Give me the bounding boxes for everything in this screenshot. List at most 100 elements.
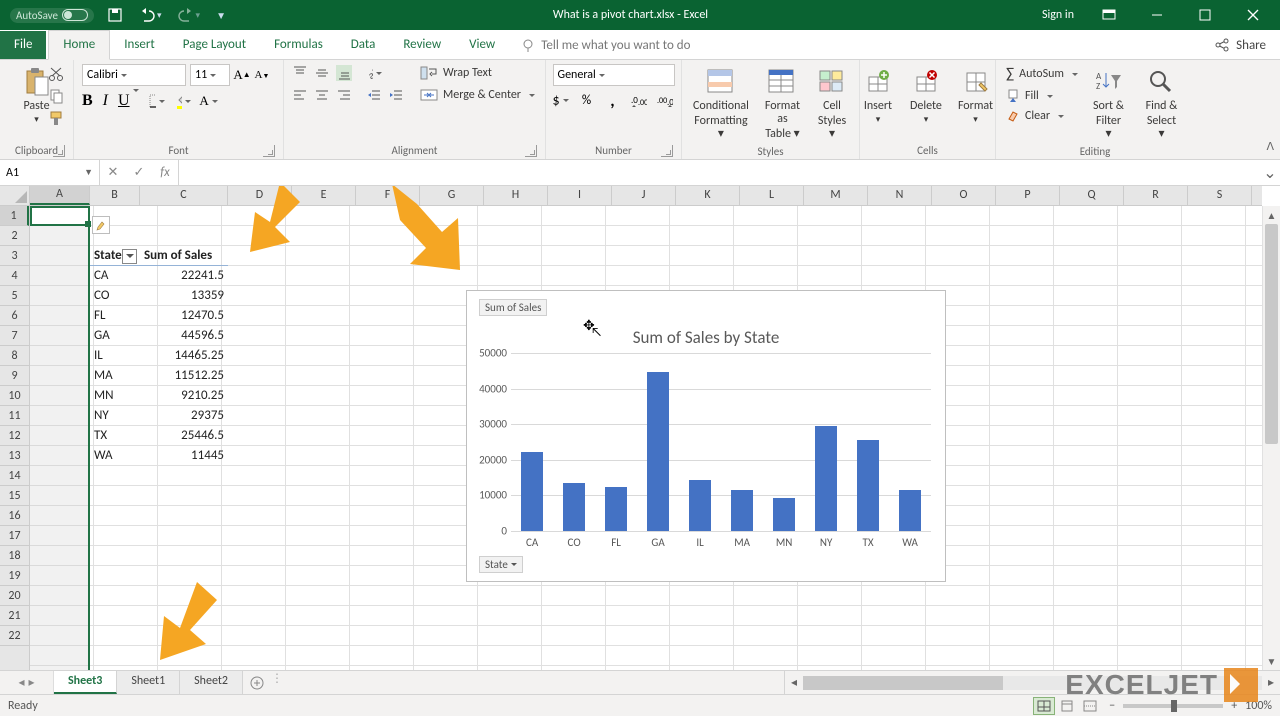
pivot-value-MN[interactable]: 9210.25	[140, 386, 228, 406]
pivot-state-IL[interactable]: IL	[90, 346, 140, 366]
column-header-D[interactable]: D	[228, 186, 292, 205]
row-header-6[interactable]: 6	[0, 306, 29, 326]
vertical-scrollbar[interactable]: ▲ ▼	[1262, 206, 1280, 670]
column-header-F[interactable]: F	[356, 186, 420, 205]
column-header-N[interactable]: N	[868, 186, 932, 205]
column-header-P[interactable]: P	[996, 186, 1060, 205]
chart-bar-MA[interactable]	[731, 490, 753, 531]
align-right-icon[interactable]	[336, 87, 352, 103]
tab-insert[interactable]: Insert	[110, 31, 169, 59]
number-format-select[interactable]: General	[553, 64, 675, 86]
ribbon-display-options-icon[interactable]	[1086, 0, 1132, 30]
font-dialog-icon[interactable]	[263, 145, 275, 157]
column-header-J[interactable]: J	[612, 186, 676, 205]
row-header-13[interactable]: 13	[0, 446, 29, 466]
row-header-19[interactable]: 19	[0, 566, 29, 586]
find-select-button[interactable]: Find &Select ▾	[1137, 64, 1186, 144]
chart-bar-WA[interactable]	[899, 490, 921, 531]
cells-grid[interactable]: StateSum of SalesCA22241.5CO13359FL12470…	[30, 206, 1262, 670]
pivot-value-NY[interactable]: 29375	[140, 406, 228, 426]
tab-data[interactable]: Data	[337, 31, 390, 59]
conditional-formatting-button[interactable]: ConditionalFormatting ▾	[687, 64, 755, 144]
pivot-value-CA[interactable]: 22241.5	[140, 266, 228, 286]
redo-icon[interactable]: ▾	[175, 6, 204, 24]
chart-title[interactable]: Sum of Sales by State	[467, 327, 945, 348]
format-as-table-button[interactable]: Format asTable ▾	[759, 64, 806, 144]
tab-page-layout[interactable]: Page Layout	[169, 31, 260, 59]
font-name-input[interactable]: Calibri	[82, 64, 186, 86]
pivot-state-FL[interactable]: FL	[90, 306, 140, 326]
tell-me-search[interactable]: Tell me what you want to do	[521, 38, 690, 59]
wrap-text-button[interactable]: Wrap Text	[418, 64, 494, 82]
fx-icon[interactable]: fx	[152, 165, 178, 180]
minimize-icon[interactable]	[1134, 0, 1180, 30]
column-header-I[interactable]: I	[548, 186, 612, 205]
chart-bar-FL[interactable]	[605, 487, 627, 531]
collapse-ribbon-icon[interactable]: ᐱ	[1266, 140, 1274, 153]
tab-formulas[interactable]: Formulas	[260, 31, 337, 59]
autosum-button[interactable]: ∑AutoSum	[1004, 64, 1080, 84]
row-header-8[interactable]: 8	[0, 346, 29, 366]
align-bottom-icon[interactable]	[336, 65, 352, 81]
pivot-chart[interactable]: Sum of Sales ✥↖ Sum of Sales by State 01…	[466, 290, 946, 582]
insert-cells-button[interactable]: Insert▾	[856, 64, 900, 127]
row-header-21[interactable]: 21	[0, 606, 29, 626]
save-icon[interactable]	[104, 5, 126, 25]
column-header-G[interactable]: G	[420, 186, 484, 205]
chart-bar-CO[interactable]	[563, 483, 585, 531]
accounting-format-icon[interactable]: $	[553, 92, 569, 108]
clipboard-dialog-icon[interactable]	[53, 145, 65, 157]
qat-customize-icon[interactable]: ▼	[213, 7, 229, 24]
row-header-9[interactable]: 9	[0, 366, 29, 386]
tab-home[interactable]: Home	[48, 30, 110, 60]
column-header-L[interactable]: L	[740, 186, 804, 205]
pivot-value-WA[interactable]: 11445	[140, 446, 228, 466]
increase-decimal-icon[interactable]: .0.00	[631, 92, 647, 108]
row-header-12[interactable]: 12	[0, 426, 29, 446]
column-header-A[interactable]: A	[30, 186, 90, 205]
chart-axis-field-button[interactable]: State	[479, 556, 523, 573]
row-header-3[interactable]: 3	[0, 246, 29, 266]
pivot-state-MN[interactable]: MN	[90, 386, 140, 406]
format-painter-icon[interactable]	[48, 110, 64, 126]
chart-bar-CA[interactable]	[521, 452, 543, 531]
font-color-icon[interactable]: A	[201, 93, 217, 109]
decrease-decimal-icon[interactable]: .00.0	[657, 92, 673, 108]
enter-formula-icon[interactable]: ✓	[126, 165, 152, 180]
decrease-indent-icon[interactable]	[366, 87, 382, 103]
column-header-B[interactable]: B	[90, 186, 140, 205]
pivot-value-MA[interactable]: 11512.25	[140, 366, 228, 386]
row-header-5[interactable]: 5	[0, 286, 29, 306]
row-header-15[interactable]: 15	[0, 486, 29, 506]
row-header-20[interactable]: 20	[0, 586, 29, 606]
chart-bar-NY[interactable]	[815, 426, 837, 531]
row-header-2[interactable]: 2	[0, 226, 29, 246]
sheet-tab-sheet2[interactable]: Sheet2	[180, 671, 243, 694]
close-icon[interactable]	[1230, 0, 1276, 30]
cancel-formula-icon[interactable]: ✕	[100, 165, 126, 180]
row-header-14[interactable]: 14	[0, 466, 29, 486]
row-header-16[interactable]: 16	[0, 506, 29, 526]
clear-button[interactable]: Clear	[1004, 108, 1066, 124]
fill-color-icon[interactable]	[175, 93, 191, 109]
border-icon[interactable]	[149, 93, 165, 109]
tab-view[interactable]: View	[455, 31, 509, 59]
pivot-state-GA[interactable]: GA	[90, 326, 140, 346]
name-box[interactable]: A1▼	[0, 160, 100, 185]
column-header-S[interactable]: S	[1188, 186, 1252, 205]
comma-format-icon[interactable]: ,	[605, 92, 621, 108]
smart-tag-icon[interactable]	[92, 216, 110, 234]
copy-icon[interactable]	[48, 88, 64, 104]
chart-bar-MN[interactable]	[773, 498, 795, 531]
row-header-7[interactable]: 7	[0, 326, 29, 346]
column-header-H[interactable]: H	[484, 186, 548, 205]
pivot-value-IL[interactable]: 14465.25	[140, 346, 228, 366]
orientation-icon[interactable]: ab	[366, 65, 382, 81]
column-headers[interactable]: ABCDEFGHIJKLMNOPQRS	[30, 186, 1262, 206]
column-header-R[interactable]: R	[1124, 186, 1188, 205]
pivot-state-CA[interactable]: CA	[90, 266, 140, 286]
number-dialog-icon[interactable]	[661, 145, 673, 157]
row-header-1[interactable]: 1	[0, 206, 29, 226]
increase-indent-icon[interactable]	[388, 87, 404, 103]
sheet-tab-sheet1[interactable]: Sheet1	[117, 671, 180, 694]
